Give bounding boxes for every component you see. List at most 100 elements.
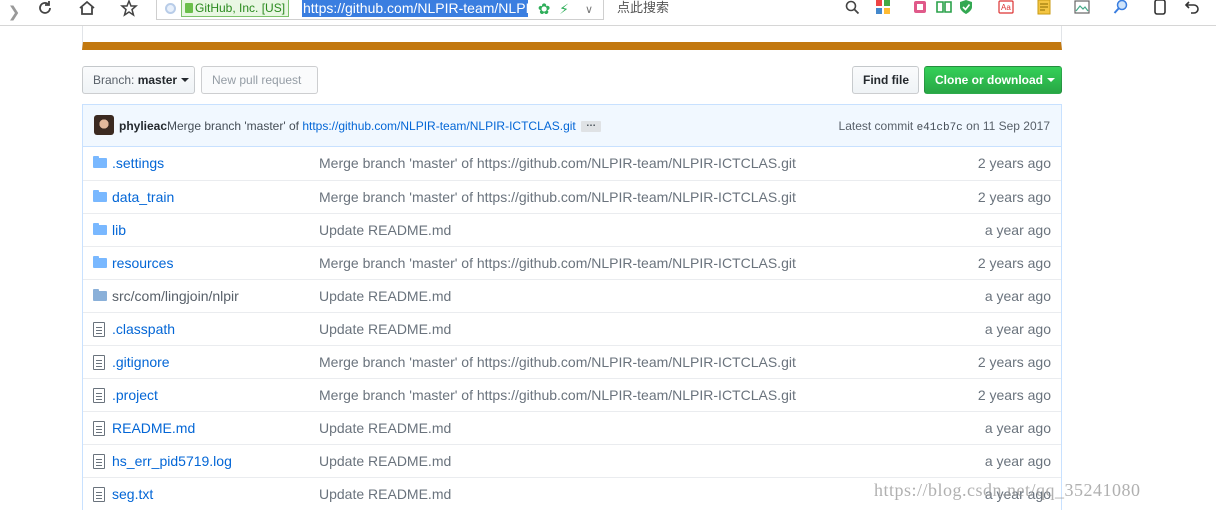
- branch-select-button[interactable]: Branch: master: [82, 66, 195, 94]
- shield-icon[interactable]: [958, 0, 974, 17]
- ev-lock-icon: [185, 3, 193, 13]
- file-name-link[interactable]: .gitignore: [112, 354, 170, 370]
- file-name-link[interactable]: README.md: [112, 420, 195, 436]
- commit-message-link[interactable]: Update README.md: [319, 486, 451, 502]
- clone-download-button[interactable]: Clone or download: [924, 66, 1062, 94]
- bookmark-icon[interactable]: [912, 0, 928, 17]
- home-icon[interactable]: [76, 0, 98, 18]
- commit-message-link[interactable]: Update README.md: [319, 453, 451, 469]
- image-icon[interactable]: [1074, 0, 1090, 17]
- commit-age: a year ago: [984, 420, 1051, 436]
- commit-message-link[interactable]: https://github.com/NLPIR-team/NLPIR-ICTC…: [302, 119, 575, 133]
- url-text[interactable]: https://github.com/NLPIR-team/NLPIR-ICTC…: [302, 0, 528, 17]
- folder-icon: [93, 156, 107, 168]
- security-icon[interactable]: [165, 3, 176, 14]
- browser-toolbar: ❯ GitHub, Inc. [US] https://github.com/N…: [0, 0, 1216, 26]
- file-name-link[interactable]: resources: [112, 255, 173, 271]
- table-row: .classpath Update README.md a year ago: [83, 312, 1061, 345]
- watermark: https://blog.csdn.net/qq_35241080: [874, 480, 1141, 500]
- file-name-link[interactable]: lib: [112, 222, 126, 238]
- table-row: hs_err_pid5719.log Update README.md a year…: [83, 444, 1061, 477]
- file-name-link[interactable]: hs_err_pid5719.log: [112, 453, 232, 469]
- commit-message-link[interactable]: Merge branch 'master' of https://github.…: [319, 255, 796, 271]
- table-row: src/com/lingjoin/nlpir Update README.md a …: [83, 279, 1061, 312]
- file-name-link[interactable]: .project: [112, 387, 158, 403]
- commit-message-link[interactable]: Update README.md: [319, 222, 451, 238]
- commit-message-link[interactable]: Update README.md: [319, 321, 451, 337]
- commit-message-link[interactable]: Merge branch 'master' of https://github.…: [319, 189, 796, 205]
- avatar[interactable]: [94, 115, 114, 135]
- file-icon: [93, 454, 105, 469]
- commit-tease: phylieac Merge branch 'master' of https:…: [83, 105, 1061, 147]
- latest-commit: Latest commit e41cb7c on 11 Sep 2017: [839, 119, 1050, 134]
- new-pull-request-label: New pull request: [212, 73, 302, 87]
- forward-icon[interactable]: ❯: [6, 2, 22, 22]
- commit-age: 2 years ago: [977, 155, 1051, 171]
- commit-sha[interactable]: e41cb7c: [917, 122, 963, 134]
- folder-icon: [93, 223, 107, 235]
- commit-age: 2 years ago: [977, 255, 1051, 271]
- translate-icon[interactable]: Aa: [998, 0, 1014, 17]
- file-icon: [93, 421, 105, 436]
- commit-age: a year ago: [984, 288, 1051, 304]
- notes-icon[interactable]: [1036, 0, 1052, 17]
- commit-message-link[interactable]: Update README.md: [319, 420, 451, 436]
- chevron-down-icon: [1047, 78, 1055, 82]
- mobile-icon[interactable]: [1152, 0, 1168, 17]
- file-name-link[interactable]: src/com/lingjoin/nlpir: [112, 288, 239, 304]
- file-icon: [93, 388, 105, 403]
- table-row: lib Update README.md a year ago: [83, 213, 1061, 246]
- ev-certificate-badge[interactable]: GitHub, Inc. [US]: [181, 0, 290, 17]
- commit-age: 2 years ago: [977, 387, 1051, 403]
- lightning-icon[interactable]: ⚡: [556, 0, 572, 19]
- new-pull-request-button[interactable]: New pull request: [201, 66, 318, 94]
- folder-icon: [93, 256, 107, 268]
- dropdown-icon[interactable]: ∨: [582, 0, 596, 19]
- file-list: .settings Merge branch 'master' of https:…: [83, 147, 1061, 510]
- file-name-link[interactable]: seg.txt: [112, 486, 153, 502]
- repo-nav-underline: [82, 26, 1062, 50]
- commit-age: 2 years ago: [977, 189, 1051, 205]
- file-navigation: phylieac Merge branch 'master' of https:…: [82, 104, 1062, 510]
- chevron-down-icon: [181, 78, 190, 82]
- commit-message-link[interactable]: Merge branch 'master' of https://github.…: [319, 387, 796, 403]
- svg-text:Aa: Aa: [1001, 3, 1011, 12]
- reload-icon[interactable]: [34, 0, 56, 18]
- latest-commit-label: Latest commit: [838, 119, 914, 133]
- commit-message-link[interactable]: Merge branch 'master' of https://github.…: [319, 354, 796, 370]
- commit-author[interactable]: phylieac: [119, 119, 167, 133]
- table-row: data_train Merge branch 'master' of https…: [83, 180, 1061, 213]
- table-row: .gitignore Merge branch 'master' of https…: [83, 345, 1061, 378]
- find-file-label: Find file: [863, 73, 909, 87]
- find-file-button[interactable]: Find file: [852, 66, 919, 94]
- folder-icon: [93, 190, 107, 202]
- search-input[interactable]: 点此搜索: [617, 0, 669, 16]
- commit-date: on 11 Sep 2017: [966, 119, 1050, 133]
- magnifier-icon[interactable]: [1112, 0, 1130, 17]
- undo-icon[interactable]: [1184, 0, 1200, 17]
- commit-message-prefix: Merge branch 'master' of: [167, 119, 299, 133]
- reader-icon[interactable]: [936, 0, 952, 17]
- commit-message-link[interactable]: Update README.md: [319, 288, 451, 304]
- file-name-link[interactable]: .settings: [112, 155, 164, 171]
- clone-label: Clone or download: [935, 73, 1043, 87]
- file-icon: [93, 322, 105, 337]
- branch-label: Branch:: [93, 73, 135, 87]
- file-name-link[interactable]: .classpath: [112, 321, 175, 337]
- ev-label: GitHub, Inc. [US]: [195, 1, 286, 15]
- commit-age: a year ago: [984, 453, 1051, 469]
- table-row: .project Merge branch 'master' of https:/…: [83, 378, 1061, 411]
- table-row: resources Merge branch 'master' of https:…: [83, 246, 1061, 279]
- expand-commit-button[interactable]: …: [581, 119, 601, 132]
- apps-icon[interactable]: [874, 0, 892, 17]
- search-icon[interactable]: [844, 0, 860, 17]
- refresh-speed-icon[interactable]: ✿: [536, 0, 552, 19]
- file-icon: [93, 355, 105, 370]
- commit-message-link[interactable]: Merge branch 'master' of https://github.…: [319, 155, 796, 171]
- commit-age: 2 years ago: [977, 354, 1051, 370]
- star-icon[interactable]: [118, 0, 140, 18]
- file-icon: [93, 487, 105, 502]
- branch-name: master: [137, 73, 178, 87]
- file-name-link[interactable]: data_train: [112, 189, 174, 205]
- folder-icon: [93, 289, 107, 301]
